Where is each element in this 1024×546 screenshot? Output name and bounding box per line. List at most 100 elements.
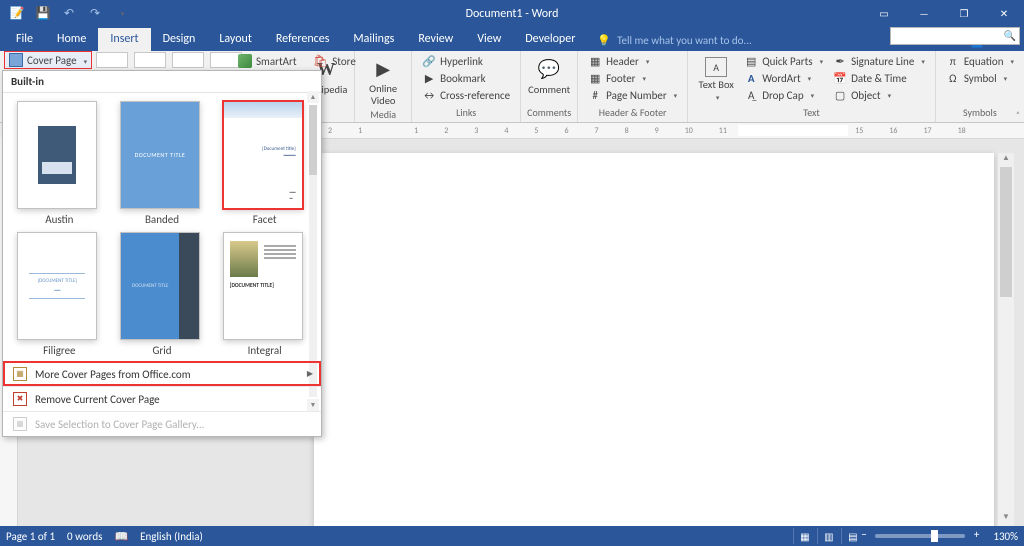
bookmark-button[interactable]: ▶Bookmark (418, 70, 514, 86)
tell-me-search[interactable]: 💡Tell me what you want to do... (597, 34, 751, 51)
tab-home[interactable]: Home (45, 28, 98, 51)
zoom-knob[interactable] (931, 530, 938, 542)
word-count[interactable]: 0 words (67, 530, 102, 543)
vertical-scrollbar[interactable]: ▲ ▼ (998, 153, 1014, 526)
cross-reference-button[interactable]: ↔Cross-reference (418, 87, 514, 103)
ribbon-tabs: File Home Insert Design Layout Reference… (0, 27, 1024, 51)
minimize-icon[interactable]: — (904, 0, 944, 27)
cover-page-icon (9, 53, 23, 67)
cover-thumb-facet[interactable]: [Document title]━━━━━━━Facet (218, 101, 311, 226)
restore-icon[interactable]: ❐ (944, 0, 984, 27)
text-box-button[interactable]: AText Box (694, 53, 738, 102)
group-symbols: πEquation ΩSymbol Symbols (936, 51, 1024, 122)
drop-cap-button[interactable]: A̲Drop Cap (740, 87, 827, 103)
chevron-down-icon (81, 54, 88, 67)
group-header-footer: ▦Header ▦Footer #Page Number Header & Fo… (578, 51, 688, 122)
object-icon: ▢ (833, 88, 847, 102)
save-gallery-icon: ▦ (13, 417, 27, 431)
peek-btn[interactable] (134, 52, 166, 68)
header-button[interactable]: ▦Header (584, 53, 681, 69)
symbol-button[interactable]: ΩSymbol (942, 70, 1018, 86)
group-comments: 💬Comment Comments (521, 51, 578, 122)
comment-icon: 💬 (535, 57, 563, 81)
store-button[interactable]: 🛍Store (313, 54, 356, 69)
cover-thumb-austin[interactable]: Austin (13, 101, 106, 226)
scroll-up-icon[interactable]: ▲ (998, 153, 1014, 167)
video-icon: ▶ (369, 57, 397, 81)
document-page[interactable] (314, 153, 994, 526)
date-time-button[interactable]: 📅Date & Time (829, 70, 929, 86)
scroll-up-icon[interactable]: ▲ (307, 91, 319, 103)
datetime-icon: 📅 (833, 71, 847, 85)
tab-design[interactable]: Design (151, 28, 208, 51)
tab-layout[interactable]: Layout (207, 28, 264, 51)
cover-thumb-filigree[interactable]: [DOCUMENT TITLE]━━Filigree (13, 232, 106, 357)
document-title: Document1 - Word (466, 7, 559, 21)
quick-parts-button[interactable]: ▤Quick Parts (740, 53, 827, 69)
peek-btn[interactable] (96, 52, 128, 68)
dropcap-icon: A̲ (744, 88, 758, 102)
undo-icon[interactable]: ↶ (58, 3, 80, 25)
language-indicator[interactable]: English (India) (140, 530, 203, 543)
tab-view[interactable]: View (465, 28, 513, 51)
group-media: ▶Online Video Media (355, 51, 412, 122)
save-icon[interactable]: 💾 (32, 3, 54, 25)
collapse-ribbon-icon[interactable]: ˄ (1016, 110, 1020, 120)
tab-file[interactable]: File (4, 28, 45, 51)
hyperlink-button[interactable]: 🔗Hyperlink (418, 53, 514, 69)
wordart-button[interactable]: AWordArt (740, 70, 827, 86)
group-text: AText Box ▤Quick Parts AWordArt A̲Drop C… (688, 51, 936, 122)
object-button[interactable]: ▢Object (829, 87, 929, 103)
wordart-icon: A (744, 71, 758, 85)
signature-line-button[interactable]: ✒Signature Line (829, 53, 929, 69)
smartart-button[interactable]: SmartArt (238, 54, 297, 68)
scroll-thumb[interactable] (1000, 167, 1012, 297)
peek-btn[interactable] (172, 52, 204, 68)
tab-review[interactable]: Review (406, 28, 465, 51)
page-number-button[interactable]: #Page Number (584, 87, 681, 103)
comment-button[interactable]: 💬Comment (527, 53, 571, 96)
pagenum-icon: # (588, 88, 602, 102)
bookmark-icon: ▶ (422, 71, 436, 85)
read-mode-icon[interactable]: ▦ (793, 528, 815, 544)
close-icon[interactable]: ✕ (984, 0, 1024, 27)
scroll-thumb[interactable] (309, 105, 317, 175)
equation-button[interactable]: πEquation (942, 53, 1018, 69)
tab-mailings[interactable]: Mailings (341, 28, 406, 51)
print-layout-icon[interactable]: ▥ (817, 528, 839, 544)
equation-icon: π (946, 54, 960, 68)
qat-customize-icon[interactable] (110, 3, 132, 25)
tab-developer[interactable]: Developer (513, 28, 587, 51)
view-buttons: ▦ ▥ ▤ (793, 528, 863, 544)
dropdown-section-header: Built-in (3, 71, 321, 93)
cover-thumb-grid[interactable]: DOCUMENT TITLEGrid (116, 232, 209, 357)
web-layout-icon[interactable]: ▤ (841, 528, 863, 544)
quickparts-icon: ▤ (744, 54, 758, 68)
smartart-icon (238, 54, 252, 68)
scroll-down-icon[interactable]: ▼ (998, 512, 1014, 526)
tab-references[interactable]: References (264, 28, 342, 51)
title-bar: 📝 💾 ↶ ↷ Document1 - Word ▭ — ❐ ✕ (0, 0, 1024, 27)
crossref-icon: ↔ (422, 88, 436, 102)
window-controls: ▭ — ❐ ✕ (864, 0, 1024, 27)
cover-thumb-integral[interactable]: [DOCUMENT TITLE]Integral (218, 232, 311, 357)
peek-gallery-buttons (96, 52, 242, 68)
group-links: 🔗Hyperlink ▶Bookmark ↔Cross-reference Li… (412, 51, 521, 122)
zoom-level[interactable]: 130% (993, 530, 1018, 543)
more-cover-pages-item[interactable]: ▦ More Cover Pages from Office.com ▶ (3, 361, 321, 386)
signature-icon: ✒ (833, 54, 847, 68)
cover-page-button[interactable]: Cover Page (4, 51, 92, 69)
footer-icon: ▦ (588, 71, 602, 85)
help-search-box[interactable] (890, 27, 1020, 45)
redo-icon[interactable]: ↷ (84, 3, 106, 25)
online-video-button[interactable]: ▶Online Video (361, 53, 405, 106)
tab-insert[interactable]: Insert (98, 28, 150, 51)
remove-cover-page-item[interactable]: ✖ Remove Current Cover Page (3, 386, 321, 411)
cover-thumb-banded[interactable]: DOCUMENT TITLEBanded (116, 101, 209, 226)
page-indicator[interactable]: Page 1 of 1 (6, 530, 55, 543)
footer-button[interactable]: ▦Footer (584, 70, 681, 86)
status-bar: Page 1 of 1 0 words 📖 English (India) ▦ … (0, 526, 1024, 546)
proofing-icon[interactable]: 📖 (114, 530, 128, 543)
ribbon-options-icon[interactable]: ▭ (864, 0, 904, 27)
zoom-slider[interactable] (875, 534, 965, 538)
